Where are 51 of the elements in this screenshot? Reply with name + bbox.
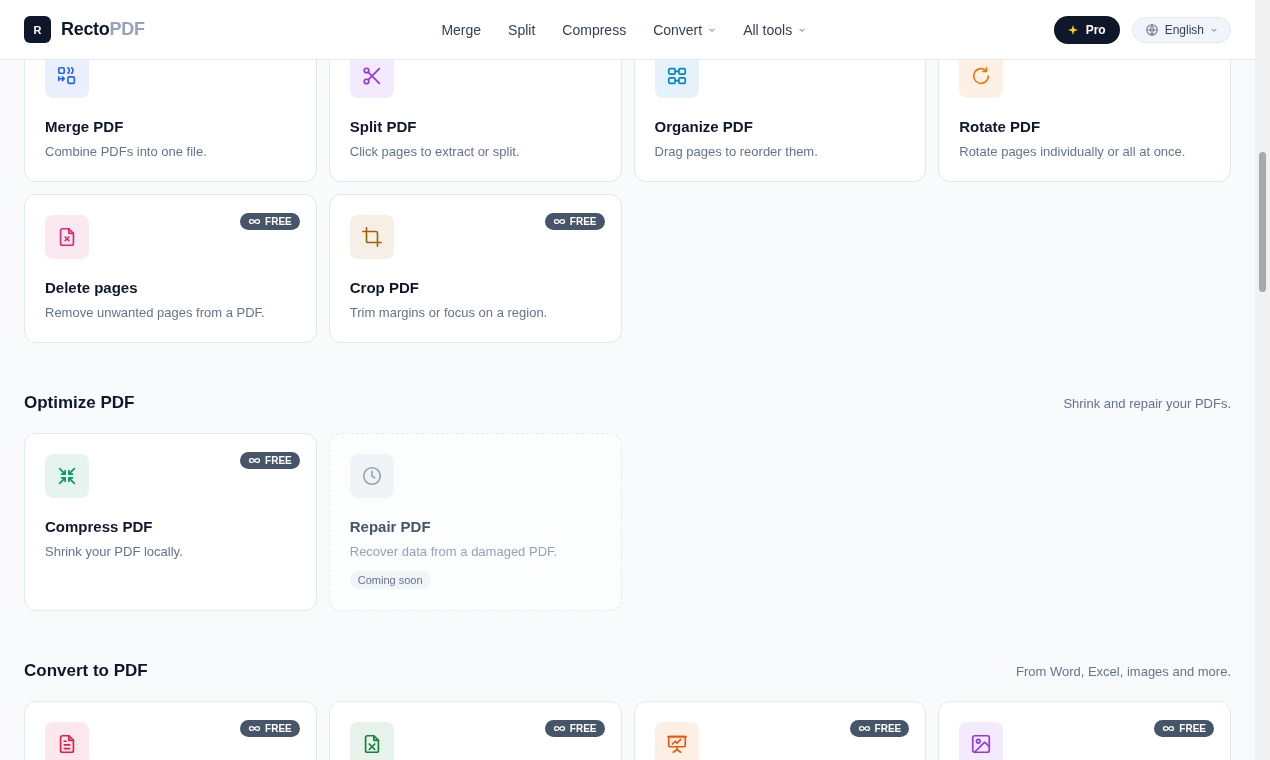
tool-card[interactable]: Split PDF Click pages to extract or split. [328, 60, 622, 182]
card-description: Click pages to extract or split. [349, 144, 521, 159]
nav-link[interactable]: Compress [562, 21, 627, 38]
card-title: Repair PDF [349, 518, 432, 535]
free-badge: FREE [240, 452, 300, 469]
globe-icon [1144, 22, 1159, 37]
tool-card[interactable]: FREE Delete pages Remove unwanted pages from a PDF. [24, 194, 317, 343]
logo[interactable]: R [24, 16, 51, 43]
nav-link[interactable]: Split [508, 21, 536, 38]
tool-card[interactable]: FREE Crop PDF Trim margins or focus on a region. [328, 194, 622, 343]
section-subtitle: From Word, Excel, images and more. [1015, 664, 1231, 679]
section-subtitle: Shrink and repair your PDFs. [1063, 396, 1231, 411]
tool-card[interactable]: FREE [24, 701, 317, 760]
free-badge: FREE [1154, 720, 1214, 737]
card-title: Organize PDF [654, 118, 754, 135]
card-description: Rotate pages individually or all at once. [959, 144, 1187, 159]
language-selector[interactable]: English [1131, 16, 1231, 43]
card-description: Trim margins or focus on a region. [349, 305, 549, 320]
tool-card[interactable]: Organize PDF Drag pages to reorder them. [633, 60, 927, 182]
sparkle-icon [1067, 24, 1078, 35]
brand-name[interactable]: RectoPDF [61, 19, 145, 40]
free-badge: FREE [240, 213, 300, 230]
card-title: Crop PDF [349, 279, 420, 296]
free-badge: FREE [544, 213, 605, 230]
tool-card[interactable]: FREE [633, 701, 927, 760]
nav-link[interactable]: All tools [743, 21, 807, 38]
tool-card[interactable]: FREE [328, 701, 622, 760]
card-description: Shrink your PDF locally. [45, 544, 184, 559]
status-tag: Coming soon [349, 571, 431, 589]
card-title: Merge PDF [45, 118, 125, 135]
card-description: Combine PDFs into one file. [45, 144, 208, 159]
card-title: Compress PDF [45, 518, 154, 535]
nav-link[interactable]: Merge [441, 21, 482, 38]
card-title: Split PDF [349, 118, 418, 135]
free-badge: FREE [849, 720, 910, 737]
tool-card[interactable]: Rotate PDF Rotate pages individually or all at once. [938, 60, 1231, 182]
card-description: Remove unwanted pages from a PDF. [45, 305, 266, 320]
free-badge: FREE [240, 720, 300, 737]
scrollbar[interactable] [1255, 0, 1270, 760]
card-title: Rotate PDF [959, 118, 1042, 135]
tool-card[interactable]: FREE Compress PDF Shrink your PDF locally. [24, 433, 317, 611]
pro-button[interactable]: Pro [1053, 15, 1120, 44]
section-heading: Optimize PDF [24, 393, 135, 413]
tool-card[interactable]: FREE [938, 701, 1231, 760]
section-heading: Convert to PDF [24, 661, 148, 681]
card-title: Delete pages [45, 279, 139, 296]
nav-link[interactable]: Convert [653, 21, 717, 38]
free-badge: FREE [544, 720, 605, 737]
card-description: Drag pages to reorder them. [654, 144, 819, 159]
card-description: Recover data from a damaged PDF. [349, 544, 559, 559]
tool-card[interactable]: Merge PDF Combine PDFs into one file. [24, 60, 317, 182]
